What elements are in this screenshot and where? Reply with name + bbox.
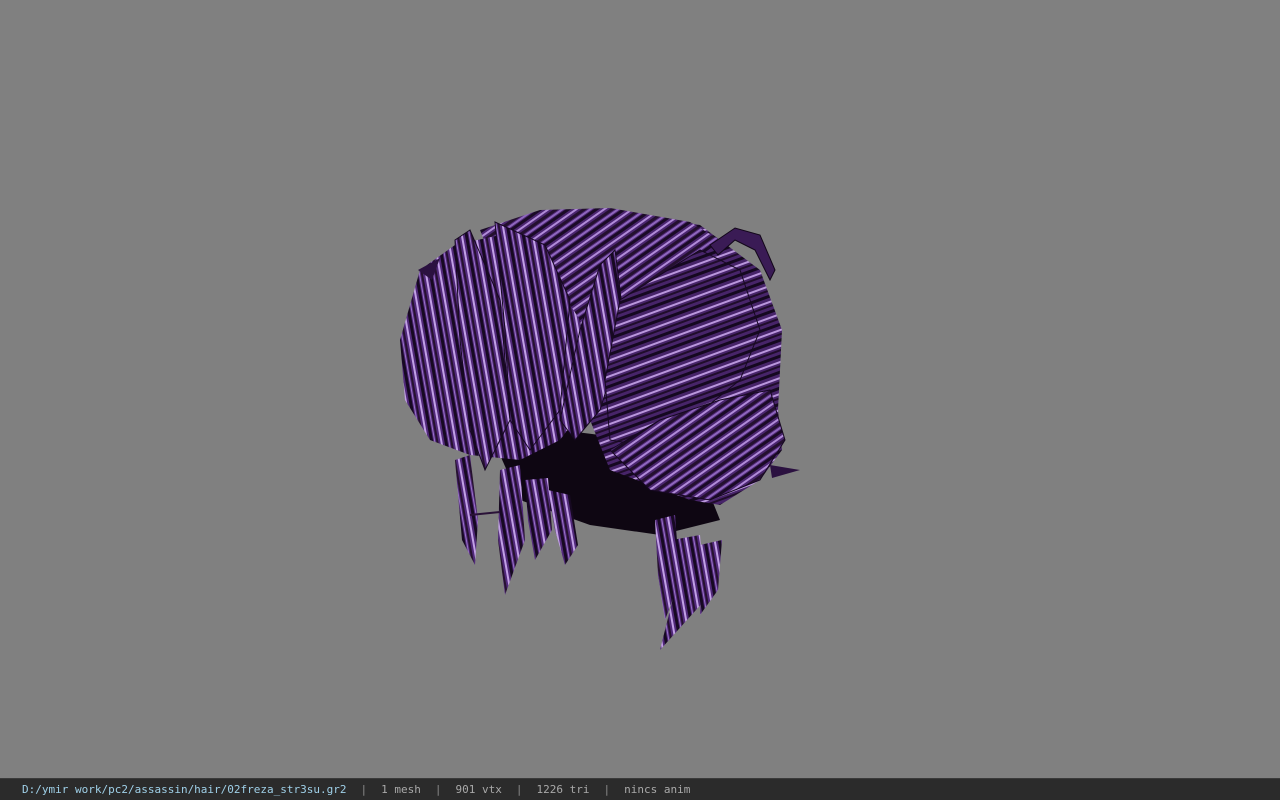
file-path: D:/ymir work/pc2/assassin/hair/02freza_s…	[22, 783, 347, 796]
triangle-count: 1226 tri	[536, 783, 590, 796]
separator: |	[434, 783, 442, 796]
separator: |	[515, 783, 523, 796]
mesh-count: 1 mesh	[381, 783, 421, 796]
hair-model-render	[400, 208, 800, 650]
hair-mesh	[400, 208, 800, 650]
3d-viewport[interactable]	[0, 0, 1280, 778]
vertex-count: 901 vtx	[455, 783, 502, 796]
separator: |	[603, 783, 611, 796]
animation-status: nincs anim	[624, 783, 691, 796]
status-bar: D:/ymir work/pc2/assassin/hair/02freza_s…	[0, 778, 1280, 800]
separator: |	[360, 783, 368, 796]
